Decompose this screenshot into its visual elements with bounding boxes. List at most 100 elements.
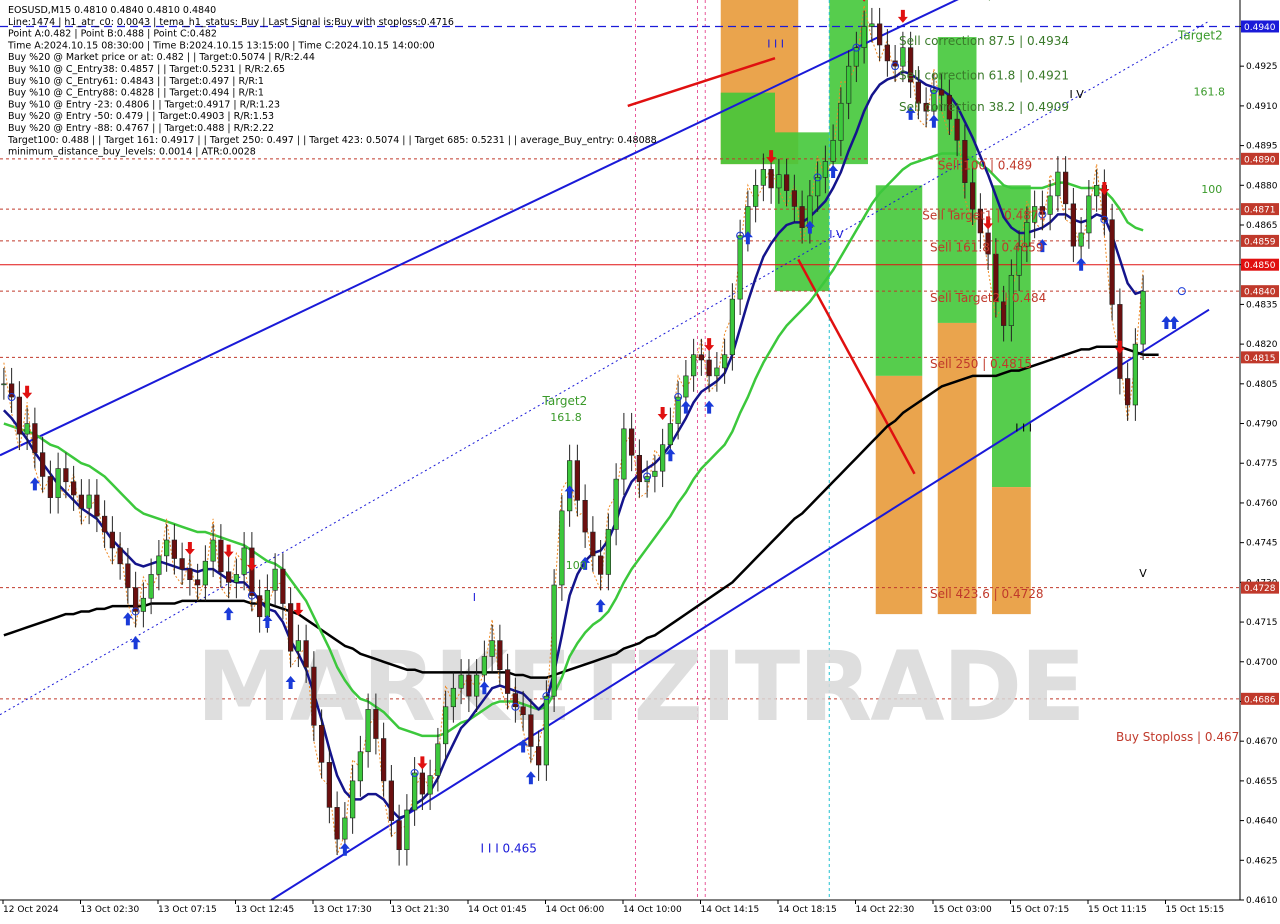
price-tick-label: 0.4640: [1246, 817, 1278, 827]
candle-bull: [265, 590, 270, 616]
candle-bear: [792, 191, 797, 207]
candle-bear: [769, 169, 774, 188]
candle-bull: [87, 495, 92, 508]
info-line: Line:1474 | h1_atr_c0: 0.0043 | tema_h1_…: [8, 17, 454, 28]
candle-bear: [699, 355, 704, 360]
level-label: Buy Stoploss | 0.467: [1116, 730, 1239, 744]
candle-bull: [684, 376, 689, 397]
time-tick-label: 13 Oct 07:15: [158, 905, 217, 915]
level-label: I I I: [767, 38, 784, 51]
level-label: I V: [1070, 88, 1085, 101]
level-label: Sell 161.8 | 0.4859: [930, 240, 1044, 254]
info-line: Buy %20 @ Market price or at: 0.482 | | …: [8, 52, 315, 63]
candle-bear: [1001, 302, 1006, 326]
time-tick-label: 15 Oct 07:15: [1011, 905, 1070, 915]
candle-bull: [691, 355, 696, 376]
level-label: 100: [566, 559, 587, 572]
candle-bear: [226, 572, 231, 583]
price-tick-label: 0.4835: [1246, 300, 1278, 310]
candle-bear: [521, 707, 526, 715]
price-tick-label: 0.4790: [1246, 420, 1278, 430]
candle-bull: [451, 688, 456, 707]
candle-bull: [141, 598, 146, 611]
price-tick-label: 0.4895: [1246, 142, 1278, 152]
candle-bull: [428, 776, 433, 795]
candle-bear: [79, 495, 84, 508]
price-tick-label: 0.4880: [1246, 181, 1278, 191]
price-tag-label: 0.4940: [1244, 23, 1276, 33]
candle-bear: [95, 495, 100, 516]
level-label: Target2: [1177, 29, 1223, 43]
candle-bear: [9, 384, 14, 397]
candle-bear: [707, 360, 712, 376]
candle-bull: [1141, 291, 1146, 344]
candle-bear: [102, 516, 107, 532]
candle-bull: [164, 540, 169, 556]
candle-bear: [637, 455, 642, 481]
price-tag-label: 0.4871: [1244, 206, 1276, 216]
candle-bull: [1079, 233, 1084, 246]
price-tick-label: 0.4760: [1246, 499, 1278, 509]
level-label: I: [473, 591, 476, 604]
candle-bear: [591, 532, 596, 556]
info-line: Buy %10 @ C_Entry61: 0.4843 | | Target:0…: [8, 76, 264, 87]
candle-bear: [536, 746, 541, 765]
target-zone: [721, 93, 775, 164]
candle-bull: [482, 656, 487, 675]
time-tick-label: 13 Oct 21:30: [391, 905, 450, 915]
candle-bull: [296, 641, 301, 652]
info-line: Time A:2024.10.15 08:30:00 | Time B:2024…: [7, 40, 435, 51]
price-axis[interactable]: 0.49400.49250.49100.48950.48800.48650.48…: [1240, 0, 1280, 920]
chart-area[interactable]: MARKETZITRADE Sell Entry -23.6 | 0.4952S…: [0, 0, 1280, 920]
candle-bull: [614, 479, 619, 529]
candle-bull: [730, 299, 735, 355]
level-label: Sell 423.6 | 0.4728: [930, 587, 1044, 601]
candle-bear: [172, 540, 177, 559]
level-label: 100: [1201, 183, 1222, 196]
candle-bull: [738, 236, 743, 300]
candle-bear: [389, 781, 394, 821]
candle-bear: [48, 476, 53, 497]
target-zone: [876, 185, 923, 376]
candle-bull: [862, 26, 867, 47]
candle-bear: [17, 397, 22, 434]
candle-bull: [1087, 196, 1092, 233]
candle-bear: [188, 569, 193, 580]
candle-bull: [761, 169, 766, 185]
candle-bear: [784, 175, 789, 191]
candle-bull: [823, 161, 828, 177]
level-label: Target2: [542, 394, 588, 408]
price-tag-label: 0.4859: [1244, 237, 1276, 247]
candle-bear: [498, 641, 503, 670]
time-tick-label: 14 Oct 14:15: [701, 905, 760, 915]
candle-bear: [970, 183, 975, 209]
time-axis[interactable]: 12 Oct 202413 Oct 02:3013 Oct 07:1513 Oc…: [0, 900, 1240, 920]
info-line: minimum_distance_buy_levels: 0.0014 | AT…: [8, 147, 256, 158]
level-label: V: [884, 0, 892, 3]
candle-bear: [397, 821, 402, 850]
candle-bull: [1056, 172, 1061, 196]
candle-bear: [110, 532, 115, 548]
candle-bear: [381, 739, 386, 781]
candle-bear: [939, 90, 944, 95]
candle-bear: [513, 694, 518, 707]
price-chart[interactable]: MARKETZITRADE Sell Entry -23.6 | 0.4952S…: [0, 0, 1280, 920]
candle-bear: [1110, 220, 1115, 305]
level-label: 161.8: [550, 411, 582, 424]
candle-bear: [312, 667, 317, 725]
candle-bear: [1071, 204, 1076, 246]
price-tick-label: 0.4625: [1246, 856, 1278, 866]
candle-bull: [1094, 185, 1099, 196]
price-tick-label: 0.4700: [1246, 658, 1278, 668]
candle-bear: [304, 641, 309, 667]
time-tick-label: 15 Oct 11:15: [1088, 905, 1147, 915]
level-label: Sell 100 | 0.489: [938, 158, 1032, 172]
candle-bull: [839, 103, 844, 140]
candle-bull: [436, 744, 441, 776]
info-line: Buy %20 @ Entry -50: 0.479 | | Target:0.…: [8, 111, 274, 122]
candle-bull: [234, 574, 239, 582]
level-label: Sell correction 61.8 | 0.4921: [899, 68, 1069, 82]
candle-bull: [343, 818, 348, 839]
candle-bull: [552, 585, 557, 696]
candle-bull: [606, 529, 611, 574]
